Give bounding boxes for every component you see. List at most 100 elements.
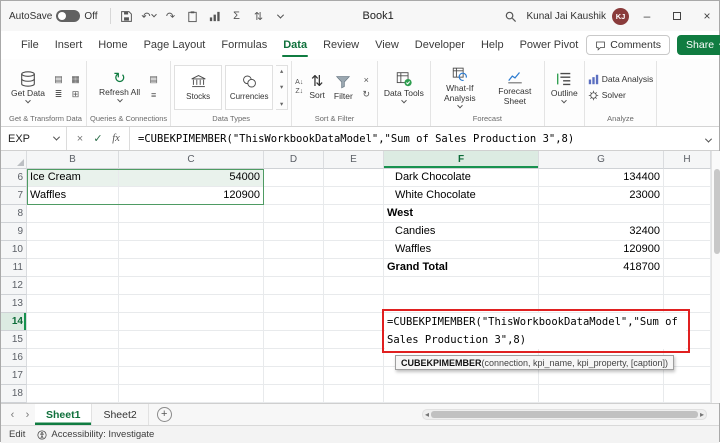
tab-data[interactable]: Data xyxy=(275,31,315,59)
row-header-11[interactable]: 11 xyxy=(1,259,27,277)
cell-C10[interactable] xyxy=(119,241,264,259)
tab-insert[interactable]: Insert xyxy=(47,31,91,59)
cell-B16[interactable] xyxy=(27,349,119,367)
cell-H12[interactable] xyxy=(664,277,711,295)
row-header-18[interactable]: 18 xyxy=(1,385,27,403)
sort-button[interactable]: ⇅ Sort xyxy=(306,73,328,102)
cell-H6[interactable] xyxy=(664,169,711,187)
gallery-scroll-strip[interactable]: ▴ ▾ ▾ xyxy=(276,65,288,110)
cell-E12[interactable] xyxy=(324,277,384,295)
cell-B6[interactable]: Ice Cream xyxy=(27,169,119,187)
vertical-scrollbar[interactable] xyxy=(711,151,720,403)
column-header-C[interactable]: C xyxy=(119,151,264,169)
column-header-H[interactable]: H xyxy=(664,151,711,169)
row-header-17[interactable]: 17 xyxy=(1,367,27,385)
cell-E16[interactable] xyxy=(324,349,384,367)
cell-E7[interactable] xyxy=(324,187,384,205)
cell-C16[interactable] xyxy=(119,349,264,367)
row-header-7[interactable]: 7 xyxy=(1,187,27,205)
cell-D14[interactable] xyxy=(264,313,324,331)
cell-F18[interactable] xyxy=(384,385,539,403)
row-header-15[interactable]: 15 xyxy=(1,331,27,349)
cell-B13[interactable] xyxy=(27,295,119,313)
column-header-D[interactable]: D xyxy=(264,151,324,169)
cell-F6[interactable]: Dark Chocolate xyxy=(384,169,539,187)
from-table-icon[interactable]: ≣ xyxy=(51,88,66,101)
cell-E9[interactable] xyxy=(324,223,384,241)
cell-H18[interactable] xyxy=(664,385,711,403)
cell-D8[interactable] xyxy=(264,205,324,223)
filter-button[interactable]: Filter xyxy=(331,72,356,103)
cell-B14[interactable] xyxy=(27,313,119,331)
cell-G6[interactable]: 134400 xyxy=(539,169,664,187)
row-header-8[interactable]: 8 xyxy=(1,205,27,223)
cell-E17[interactable] xyxy=(324,367,384,385)
row-header-6[interactable]: 6 xyxy=(1,169,27,187)
cell-C12[interactable] xyxy=(119,277,264,295)
cell-H10[interactable] xyxy=(664,241,711,259)
cell-F7[interactable]: White Chocolate xyxy=(384,187,539,205)
tab-formulas[interactable]: Formulas xyxy=(213,31,275,59)
properties-icon[interactable]: ▤ xyxy=(146,73,161,86)
gallery-up-icon[interactable]: ▴ xyxy=(280,67,283,75)
avatar[interactable]: KJ xyxy=(612,8,629,25)
data-tools-button[interactable]: Data Tools xyxy=(381,69,427,105)
autosave-control[interactable]: AutoSave Off xyxy=(9,10,98,22)
cell-D15[interactable] xyxy=(264,331,324,349)
cell-C6[interactable]: 54000 xyxy=(119,169,264,187)
name-box[interactable]: EXP xyxy=(1,127,67,150)
cell-F11[interactable]: Grand Total xyxy=(384,259,539,277)
cell-F8[interactable]: West xyxy=(384,205,539,223)
cell-E15[interactable] xyxy=(324,331,384,349)
cell-B8[interactable] xyxy=(27,205,119,223)
forecast-sheet-button[interactable]: Forecast Sheet xyxy=(489,67,541,107)
cell-C8[interactable] xyxy=(119,205,264,223)
row-header-9[interactable]: 9 xyxy=(1,223,27,241)
cell-E8[interactable] xyxy=(324,205,384,223)
cell-C15[interactable] xyxy=(119,331,264,349)
solver-button[interactable]: Solver xyxy=(588,90,626,101)
horizontal-scrollbar[interactable]: ◂ ▸ xyxy=(422,409,707,420)
sort-quick-button[interactable]: ⇅ xyxy=(249,5,269,27)
cell-B15[interactable] xyxy=(27,331,119,349)
scroll-right-icon[interactable]: ▸ xyxy=(700,411,704,419)
cell-C7[interactable]: 120900 xyxy=(119,187,264,205)
cell-D16[interactable] xyxy=(264,349,324,367)
cell-C9[interactable] xyxy=(119,223,264,241)
cell-D18[interactable] xyxy=(264,385,324,403)
cell-F10[interactable]: Waffles xyxy=(384,241,539,259)
cell-D12[interactable] xyxy=(264,277,324,295)
edit-links-icon[interactable]: ≡ xyxy=(146,88,161,101)
stocks-button[interactable]: Stocks xyxy=(174,65,222,110)
autosum-button[interactable]: Σ xyxy=(227,5,247,27)
tooltip-function-name[interactable]: CUBEKPIMEMBER xyxy=(401,358,482,368)
minimize-button[interactable]: – xyxy=(635,1,659,31)
select-all-button[interactable] xyxy=(1,151,27,169)
cell-B10[interactable] xyxy=(27,241,119,259)
cell-B9[interactable] xyxy=(27,223,119,241)
insert-function-button[interactable]: fx xyxy=(107,133,125,144)
cell-G9[interactable]: 32400 xyxy=(539,223,664,241)
cell-E14[interactable] xyxy=(324,313,384,331)
sheet-nav-right-icon[interactable]: › xyxy=(20,409,35,421)
cell-G12[interactable] xyxy=(539,277,664,295)
cell-E13[interactable] xyxy=(324,295,384,313)
tab-help[interactable]: Help xyxy=(473,31,512,59)
cell-H8[interactable] xyxy=(664,205,711,223)
autosave-toggle[interactable] xyxy=(56,10,80,22)
cell-F12[interactable] xyxy=(384,277,539,295)
cell-C13[interactable] xyxy=(119,295,264,313)
redo-button[interactable]: ↷ xyxy=(161,5,181,27)
cell-B7[interactable]: Waffles xyxy=(27,187,119,205)
cell-F13[interactable] xyxy=(384,295,539,313)
column-header-G[interactable]: G xyxy=(539,151,664,169)
sort-za-icon[interactable]: Z↓ xyxy=(295,88,303,95)
cell-D10[interactable] xyxy=(264,241,324,259)
cell-E18[interactable] xyxy=(324,385,384,403)
cell-D6[interactable] xyxy=(264,169,324,187)
sheet-nav-left-icon[interactable]: ‹ xyxy=(5,409,20,421)
clipboard-button[interactable] xyxy=(183,5,203,27)
tab-file[interactable]: File xyxy=(13,31,47,59)
cell-G18[interactable] xyxy=(539,385,664,403)
row-header-13[interactable]: 13 xyxy=(1,295,27,313)
